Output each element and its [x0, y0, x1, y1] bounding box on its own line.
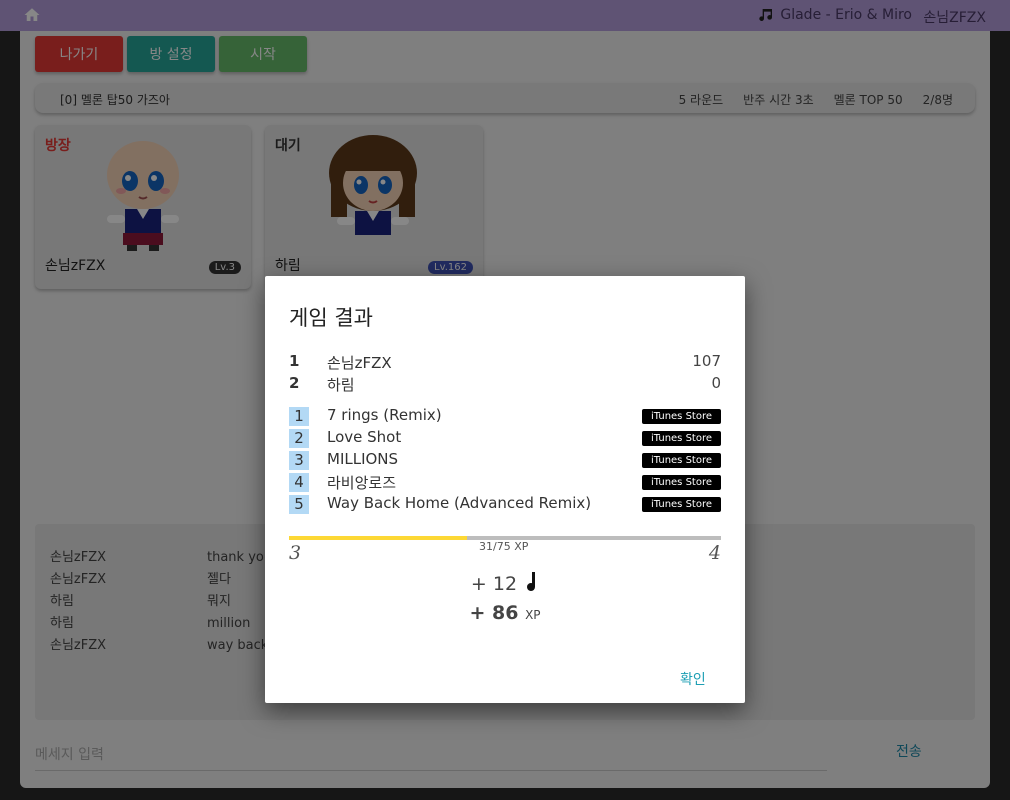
score-row: 1 손님zFZX 107	[289, 352, 721, 374]
itunes-store-button[interactable]: iTunes Store	[642, 431, 721, 446]
xp-progress-fill	[289, 536, 468, 540]
xp-gained: + 86 XP	[265, 602, 745, 624]
game-result-dialog: 게임 결과 1 손님zFZX 107 2 하림 0 1 7 rings (Rem…	[265, 276, 745, 703]
song-row: 3 MILLIONS iTunes Store	[289, 450, 721, 472]
song-title: Love Shot	[327, 428, 402, 446]
xp-progress-value: 31/75	[479, 540, 511, 553]
itunes-store-button[interactable]: iTunes Store	[642, 409, 721, 424]
xp-gained-unit: XP	[525, 608, 541, 622]
song-row: 4 라비앙로즈 iTunes Store	[289, 472, 721, 494]
notes-gained-value: + 12	[470, 573, 518, 595]
song-number: 5	[289, 495, 309, 514]
song-number: 3	[289, 451, 309, 470]
confirm-button[interactable]: 확인	[680, 669, 706, 689]
notes-gained: + 12	[265, 572, 745, 595]
song-number: 2	[289, 429, 309, 448]
score-value: 107	[692, 352, 721, 370]
song-title: Way Back Home (Advanced Remix)	[327, 494, 592, 512]
score-row: 2 하림 0	[289, 374, 721, 396]
music-note-icon	[527, 572, 536, 592]
dialog-title: 게임 결과	[289, 306, 373, 330]
song-row: 1 7 rings (Remix) iTunes Store	[289, 406, 721, 428]
xp-gained-value: + 86	[469, 602, 519, 624]
itunes-store-button[interactable]: iTunes Store	[642, 453, 721, 468]
itunes-store-button[interactable]: iTunes Store	[642, 475, 721, 490]
score-rank: 2	[289, 374, 300, 392]
level-to: 4	[708, 542, 721, 564]
song-title: 라비앙로즈	[327, 474, 397, 492]
score-rank: 1	[289, 352, 300, 370]
song-row: 5 Way Back Home (Advanced Remix) iTunes …	[289, 494, 721, 516]
song-number: 4	[289, 473, 309, 492]
song-title: MILLIONS	[327, 450, 399, 468]
song-row: 2 Love Shot iTunes Store	[289, 428, 721, 450]
level-from: 3	[289, 542, 302, 564]
song-title: 7 rings (Remix)	[327, 406, 442, 424]
score-name: 손님zFZX	[327, 354, 392, 372]
score-name: 하림	[327, 376, 355, 394]
xp-unit: XP	[514, 540, 529, 553]
itunes-store-button[interactable]: iTunes Store	[642, 497, 721, 512]
score-value: 0	[711, 374, 721, 392]
song-number: 1	[289, 407, 309, 426]
xp-progress-text: 31/75 XP	[479, 540, 528, 553]
